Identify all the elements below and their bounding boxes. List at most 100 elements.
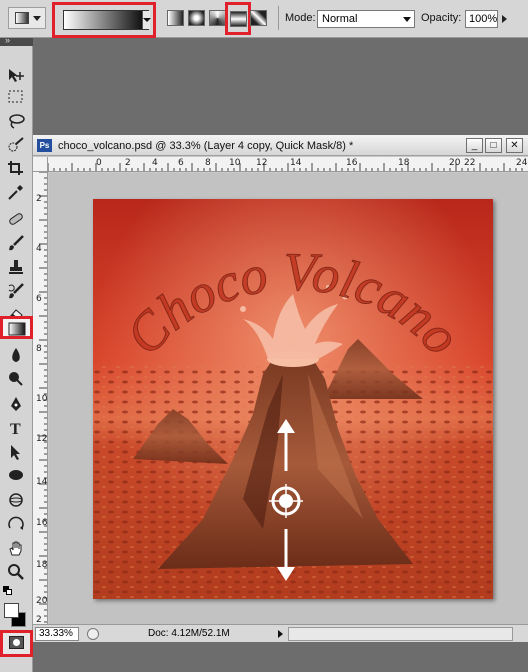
ruler-v-label: 20 xyxy=(36,596,48,606)
status-menu-arrow[interactable] xyxy=(278,630,283,638)
foreground-color-swatch[interactable] xyxy=(4,603,19,618)
chevron-down-icon xyxy=(403,17,411,22)
ruler-v-label: 10 xyxy=(36,394,48,404)
pen-icon xyxy=(11,397,21,411)
crop-icon xyxy=(8,161,23,175)
ruler-h-label: 18 xyxy=(398,158,410,168)
mode-select[interactable]: Normal xyxy=(317,10,415,28)
path-select-tool[interactable] xyxy=(3,441,30,464)
options-separator xyxy=(278,6,279,30)
brush-icon xyxy=(9,235,24,251)
zoom-field[interactable]: 33.33% xyxy=(35,627,79,641)
zoom-icon xyxy=(8,564,24,580)
horizontal-scrollbar[interactable] xyxy=(288,627,513,641)
gradient-tool-preset-icon xyxy=(15,12,29,24)
marquee-tool[interactable] xyxy=(3,86,30,109)
move-tool[interactable] xyxy=(3,64,30,87)
gradient-picker-dropdown-button[interactable] xyxy=(142,11,151,29)
ruler-v-label: 18 xyxy=(36,560,48,570)
blur-icon xyxy=(12,348,20,362)
zoom-tool[interactable] xyxy=(3,561,30,584)
path-select-icon xyxy=(11,445,20,460)
maximize-button[interactable]: □ xyxy=(485,138,502,153)
ruler-h-label: 8 xyxy=(205,158,211,168)
ruler-h-label: 4 xyxy=(152,158,158,168)
toolbox: » T xyxy=(0,35,33,672)
svg-text:T: T xyxy=(10,421,21,436)
opacity-input[interactable]: 100% xyxy=(465,10,498,28)
ruler-origin[interactable] xyxy=(33,157,48,172)
ruler-h-label: 10 xyxy=(229,158,241,168)
shape-tool[interactable] xyxy=(3,464,30,487)
gradient-picker[interactable] xyxy=(63,10,151,30)
minimize-button[interactable]: _ xyxy=(466,138,483,153)
3d-rotate-icon xyxy=(9,493,23,507)
ruler-h-label: 22 xyxy=(464,158,476,168)
hand-tool[interactable] xyxy=(3,537,30,560)
vertical-ruler[interactable]: 2 4 6 8 10 12 14 16 18 20 2 xyxy=(33,172,48,627)
tool-preset-picker[interactable] xyxy=(8,7,46,29)
type-icon: T xyxy=(10,421,21,436)
crop-tool[interactable] xyxy=(3,157,30,180)
pen-tool[interactable] xyxy=(3,393,30,416)
opacity-value: 100% xyxy=(469,13,498,25)
quick-mask-icon[interactable] xyxy=(9,636,24,649)
angle-gradient-button[interactable] xyxy=(209,10,226,26)
marquee-icon xyxy=(8,90,23,103)
gradient-icon xyxy=(8,322,26,336)
ruler-h-label: 20 xyxy=(449,158,461,168)
ruler-v-label: 6 xyxy=(36,294,42,304)
history-brush-icon xyxy=(8,283,24,299)
ruler-v-label: 16 xyxy=(36,518,48,528)
lasso-tool[interactable] xyxy=(3,110,30,133)
3d-orbit-tool[interactable] xyxy=(3,513,30,536)
reflected-gradient-button[interactable] xyxy=(230,11,247,27)
healing-brush-icon xyxy=(9,213,23,225)
status-icon[interactable] xyxy=(87,628,99,640)
artwork-canvas[interactable]: Choco Volcano xyxy=(93,199,493,599)
healing-brush-tool[interactable] xyxy=(3,208,30,231)
mode-label: Mode: xyxy=(285,12,316,24)
3d-rotate-tool[interactable] xyxy=(3,489,30,512)
shape-icon xyxy=(9,470,23,480)
type-tool[interactable]: T xyxy=(3,417,30,440)
chevron-down-icon xyxy=(33,16,41,21)
document-titlebar[interactable]: Ps choco_volcano.psd @ 33.3% (Layer 4 co… xyxy=(33,135,528,156)
lasso-icon xyxy=(9,114,25,129)
opacity-slider-arrow[interactable] xyxy=(502,15,507,23)
clone-stamp-tool[interactable] xyxy=(3,256,30,279)
gradient-tool[interactable] xyxy=(0,316,33,339)
canvas-area[interactable]: Choco Volcano xyxy=(49,173,528,628)
ruler-h-label: 0 xyxy=(96,158,102,168)
default-colors-icon[interactable] xyxy=(3,586,12,595)
diamond-gradient-button[interactable] xyxy=(250,10,267,26)
opacity-label: Opacity: xyxy=(421,12,462,24)
eyedropper-tool[interactable] xyxy=(3,181,30,204)
ruler-v-label: 12 xyxy=(36,434,48,444)
ruler-v-label: 8 xyxy=(36,344,42,354)
ruler-h-label: 24 xyxy=(516,158,528,168)
status-bar: 33.33% Doc: 4.12M/52.1M xyxy=(33,624,528,642)
document-title: choco_volcano.psd @ 33.3% (Layer 4 copy,… xyxy=(58,140,354,152)
brush-tool[interactable] xyxy=(3,232,30,255)
3d-orbit-icon xyxy=(8,516,24,530)
ruler-h-label: 14 xyxy=(290,158,302,168)
blur-tool[interactable] xyxy=(3,344,30,367)
linear-gradient-button[interactable] xyxy=(167,10,184,26)
ruler-v-label: 14 xyxy=(36,477,48,487)
quick-mask-highlight xyxy=(0,630,33,657)
gradient-picker-highlight xyxy=(52,2,156,38)
radial-gradient-button[interactable] xyxy=(188,10,205,26)
document-window: Ps choco_volcano.psd @ 33.3% (Layer 4 co… xyxy=(33,135,528,642)
dodge-tool[interactable] xyxy=(3,367,30,390)
horizontal-ruler[interactable]: 0 2 4 6 8 10 12 14 16 18 20 22 24 xyxy=(48,157,528,172)
options-bar: Mode: Normal Opacity: 100% xyxy=(0,0,528,38)
ruler-v-label: 4 xyxy=(36,244,42,254)
close-button[interactable]: ✕ xyxy=(506,138,523,153)
history-brush-tool[interactable] xyxy=(3,280,30,303)
quick-select-tool[interactable] xyxy=(3,134,30,157)
toolbox-header[interactable]: » xyxy=(0,35,33,46)
ruler-h-label: 16 xyxy=(346,158,358,168)
dodge-icon xyxy=(9,372,23,386)
reflected-gradient-highlight xyxy=(225,2,251,35)
